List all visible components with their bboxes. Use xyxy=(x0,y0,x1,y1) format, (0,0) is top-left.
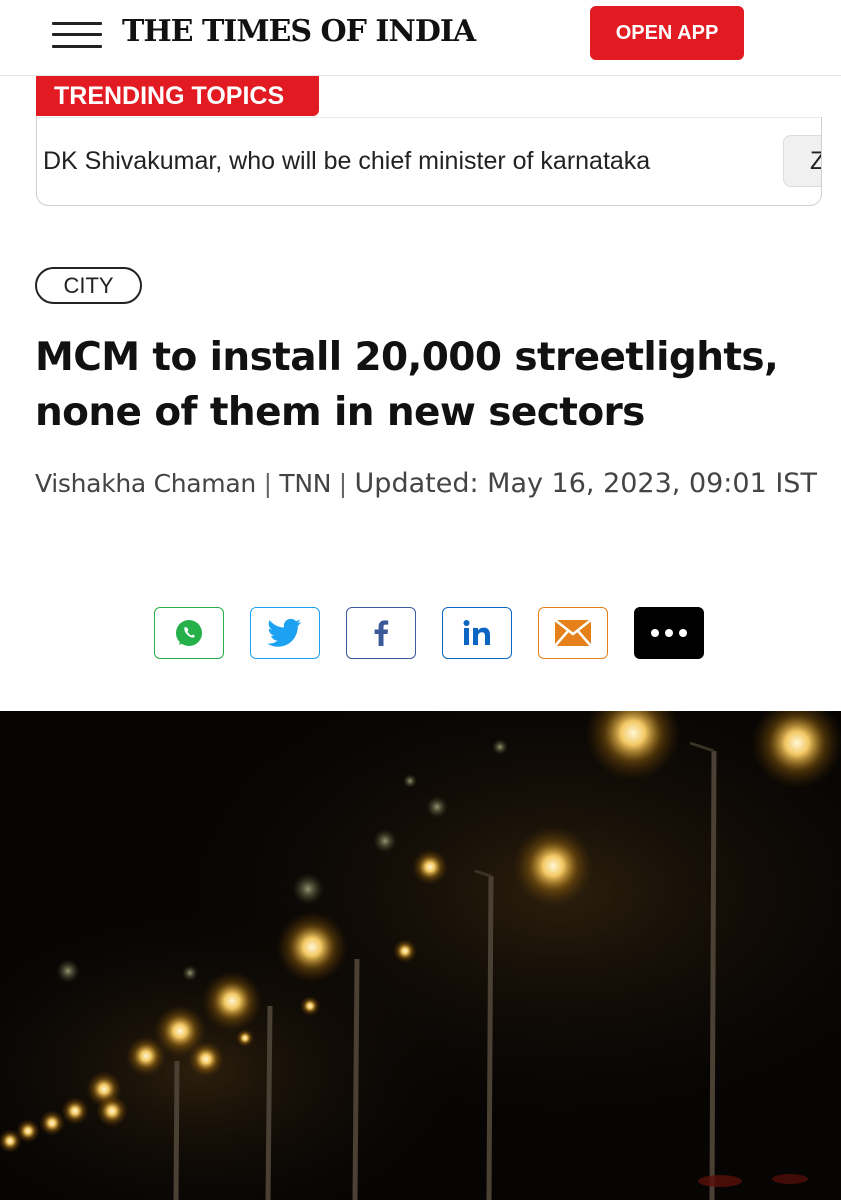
trending-topics-strip[interactable]: DK Shivakumar, who will be chief ministe… xyxy=(36,117,822,206)
open-app-button[interactable]: OPEN APP xyxy=(590,6,744,60)
email-icon xyxy=(554,619,592,647)
linkedin-icon xyxy=(463,620,490,645)
top-header: THE TIMES OF INDIA OPEN APP xyxy=(0,0,841,76)
category-tag[interactable]: CITY xyxy=(35,267,142,304)
more-icon xyxy=(651,629,687,637)
trending-topic-item[interactable]: DK Shivakumar, who will be chief ministe… xyxy=(37,135,651,187)
trending-topic-item[interactable]: Z xyxy=(783,135,821,187)
trending-topic-label: DK Shivakumar, who will be chief ministe… xyxy=(43,146,651,175)
twitter-icon xyxy=(267,618,301,647)
article-hero-image xyxy=(0,711,841,1200)
share-more-button[interactable] xyxy=(634,607,704,659)
menu-icon[interactable] xyxy=(52,20,102,50)
article-headline: MCM to install 20,000 streetlights, none… xyxy=(35,335,779,435)
share-facebook-button[interactable] xyxy=(346,607,416,659)
updated-timestamp: Updated: May 16, 2023, 09:01 IST xyxy=(354,468,817,499)
whatsapp-icon xyxy=(176,620,202,646)
site-logo[interactable]: THE TIMES OF INDIA xyxy=(122,14,476,49)
agency-name: TNN xyxy=(279,469,332,498)
share-twitter-button[interactable] xyxy=(250,607,320,659)
facebook-icon xyxy=(374,620,389,646)
trending-topic-label: Z xyxy=(810,147,821,176)
author-name[interactable]: Vishakha Chaman xyxy=(35,469,256,498)
trending-topics-badge: TRENDING TOPICS xyxy=(36,76,319,116)
share-email-button[interactable] xyxy=(538,607,608,659)
share-whatsapp-button[interactable] xyxy=(154,607,224,659)
share-linkedin-button[interactable] xyxy=(442,607,512,659)
article-byline: Vishakha Chaman | TNN | Updated: May 16,… xyxy=(35,468,817,499)
